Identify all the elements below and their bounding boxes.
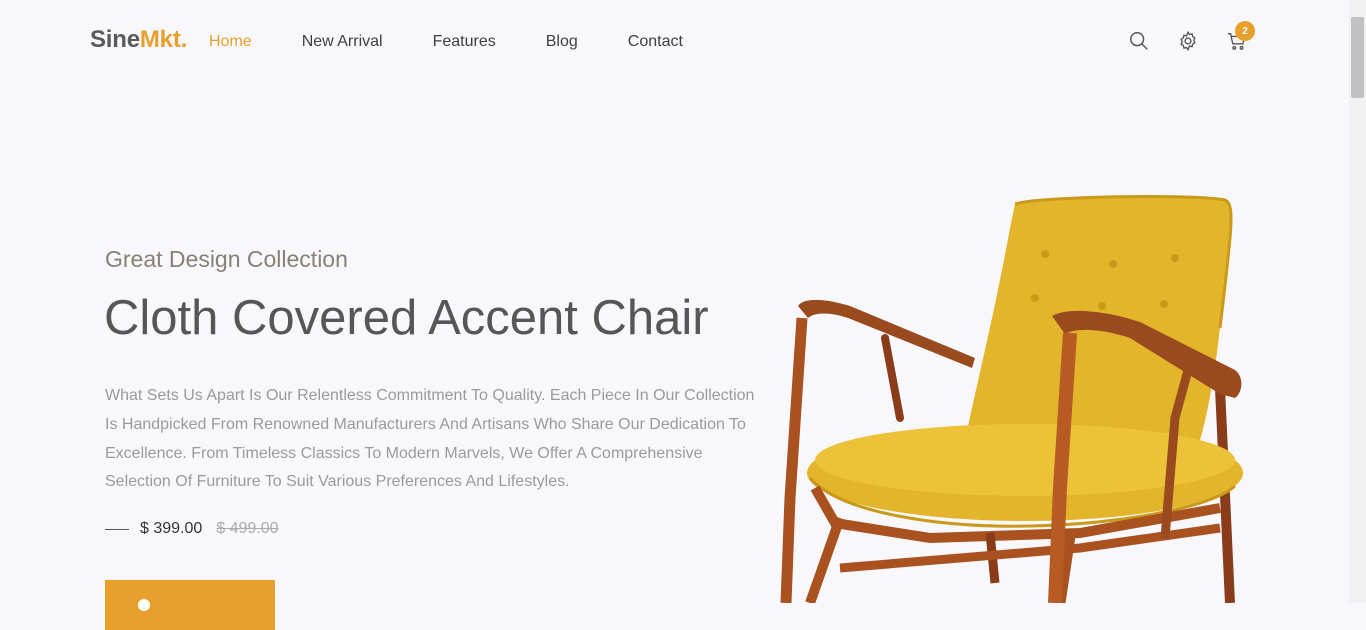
logo-accent: Mkt.: [139, 26, 188, 53]
search-icon[interactable]: [1128, 30, 1150, 52]
price-current: $ 399.00: [140, 520, 203, 537]
price-old: $ 499.00: [216, 520, 279, 537]
nav-blog[interactable]: Blog: [546, 33, 578, 51]
logo[interactable]: SineMkt.: [90, 26, 187, 54]
nav-home[interactable]: Home: [209, 33, 252, 51]
price-row: $ 399.00 $ 499.00: [105, 520, 279, 538]
nav-features[interactable]: Features: [433, 33, 496, 51]
scrollbar-thumb[interactable]: [1351, 17, 1364, 98]
price-divider: [105, 528, 129, 530]
nav-contact[interactable]: Contact: [628, 33, 683, 51]
shop-now-button[interactable]: [105, 580, 275, 630]
main-nav: Home New Arrival Features Blog Contact: [209, 33, 733, 51]
cart-button-icon: [138, 599, 150, 611]
cart-count-badge: 2: [1235, 21, 1255, 41]
header-icons: 2: [1128, 21, 1275, 52]
hero-title: Cloth Covered Accent Chair: [104, 291, 709, 345]
gear-icon[interactable]: [1177, 30, 1199, 52]
nav-new-arrival[interactable]: New Arrival: [302, 33, 383, 51]
chair-image: [780, 195, 1243, 603]
cart-icon[interactable]: 2: [1226, 21, 1255, 52]
hero-eyebrow: Great Design Collection: [105, 246, 348, 272]
logo-name: Sine: [90, 26, 140, 53]
scrollbar[interactable]: [1349, 0, 1366, 603]
hero-description: What Sets Us Apart Is Our Relentless Com…: [105, 387, 755, 491]
